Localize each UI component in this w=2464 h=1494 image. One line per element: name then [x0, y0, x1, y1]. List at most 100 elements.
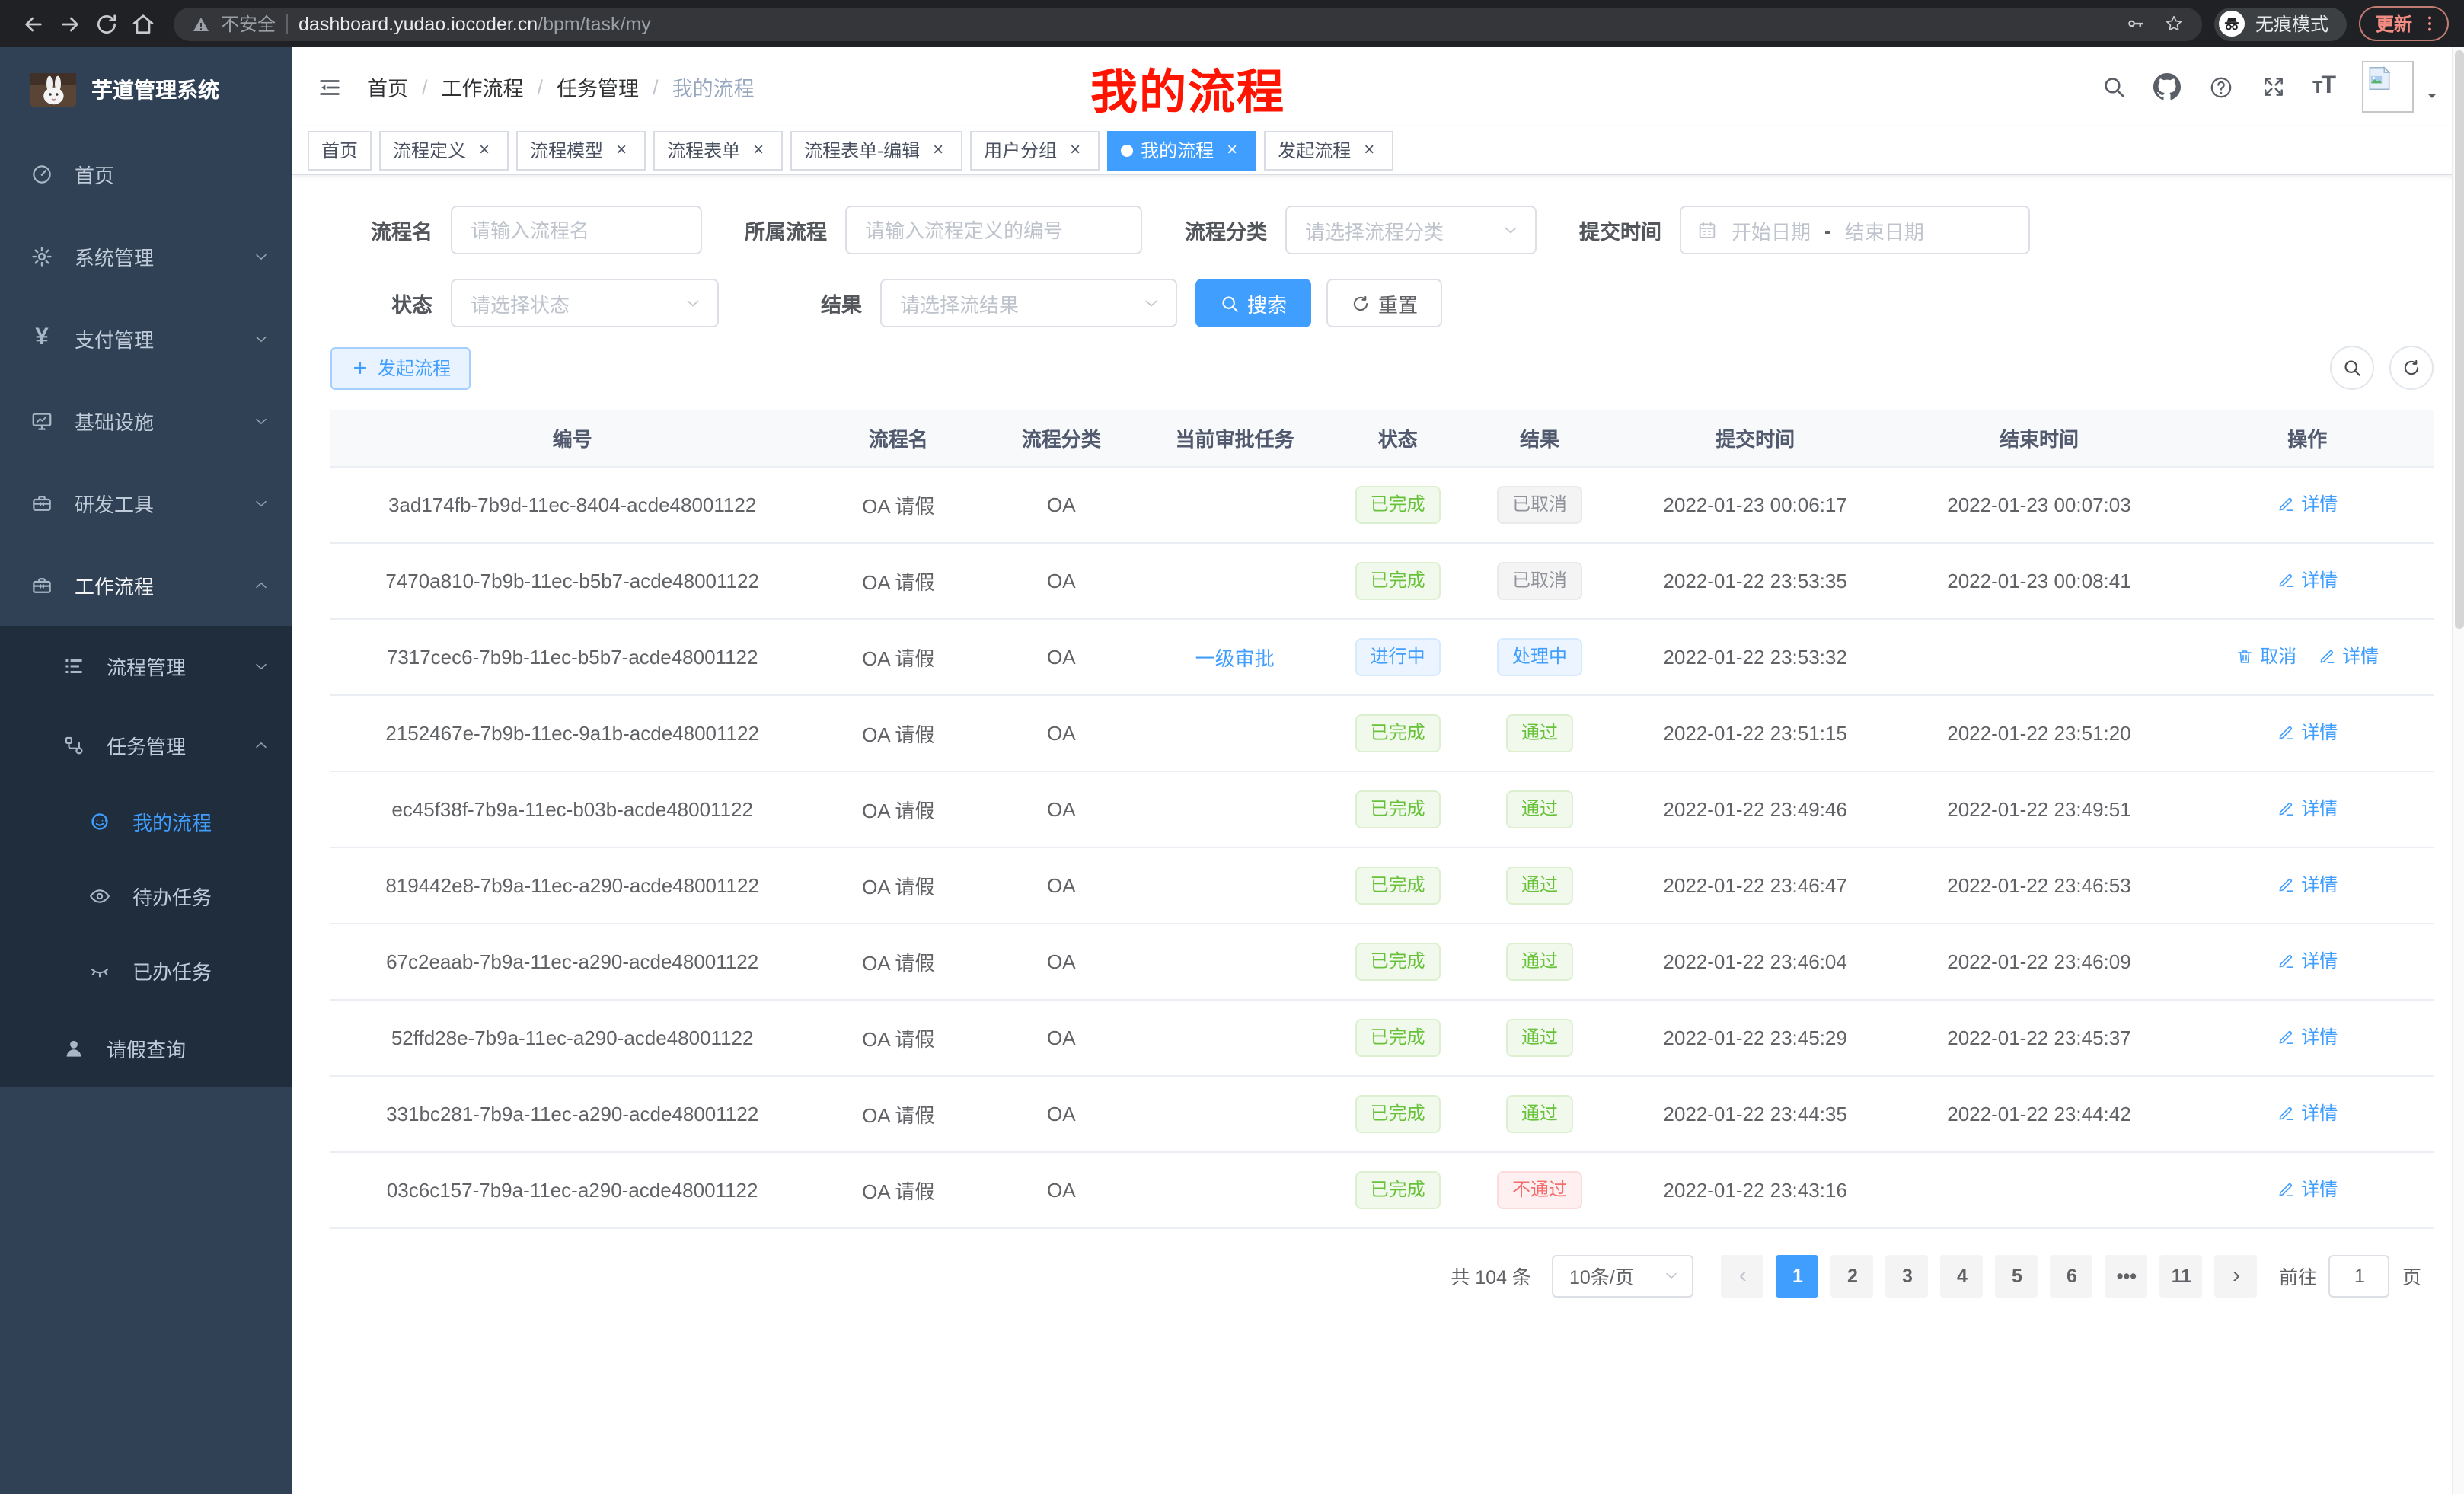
cell-name: OA 请假: [814, 694, 982, 771]
prev-page-button[interactable]: ‹: [1722, 1254, 1764, 1297]
sidebar-item-系统管理[interactable]: 系统管理: [0, 215, 292, 297]
page-scrollbar[interactable]: [2452, 47, 2464, 1494]
process-name-input[interactable]: [451, 206, 702, 254]
detail-action[interactable]: 详情: [2277, 1024, 2338, 1050]
tab-close-icon[interactable]: ×: [474, 139, 495, 161]
github-icon[interactable]: [2153, 73, 2180, 101]
tab-流程定义[interactable]: 流程定义 ×: [379, 130, 509, 170]
cell-result: 已取消: [1466, 542, 1613, 618]
detail-action[interactable]: 详情: [2277, 872, 2338, 898]
reset-button[interactable]: 重置: [1326, 279, 1442, 327]
column-header-status: 状态: [1329, 410, 1467, 466]
page-button-5[interactable]: 5: [1996, 1254, 2038, 1297]
status-select[interactable]: 请选择状态: [451, 279, 719, 327]
fullscreen-icon[interactable]: [2261, 75, 2285, 99]
browser-menu-icon[interactable]: [2420, 14, 2440, 34]
help-icon[interactable]: [2207, 74, 2233, 100]
next-page-button[interactable]: ›: [2215, 1254, 2258, 1297]
tab-流程模型[interactable]: 流程模型×: [516, 130, 646, 170]
tab-发起流程[interactable]: 发起流程×: [1264, 130, 1393, 170]
refresh-table-button[interactable]: [2389, 346, 2434, 390]
tab-close-icon[interactable]: ×: [1221, 139, 1243, 161]
sidebar-item-label: 首页: [75, 159, 114, 188]
page-button-2[interactable]: 2: [1831, 1254, 1874, 1297]
breadcrumb-item[interactable]: 首页: [367, 72, 408, 102]
sidebar-item-工作流程[interactable]: 工作流程: [0, 544, 292, 626]
home-icon[interactable]: [125, 5, 161, 42]
goto-page-input[interactable]: [2329, 1254, 2390, 1297]
detail-action[interactable]: 详情: [2277, 1176, 2338, 1202]
detail-action[interactable]: 详情: [2277, 1100, 2338, 1126]
status-badge: 进行中: [1355, 637, 1441, 675]
tab-首页[interactable]: 首页: [308, 130, 372, 170]
tab-我的流程[interactable]: 我的流程×: [1107, 130, 1256, 170]
sidebar-item-支付管理[interactable]: ¥支付管理: [0, 297, 292, 379]
page-button-6[interactable]: 6: [2051, 1254, 2093, 1297]
detail-action[interactable]: 详情: [2277, 948, 2338, 974]
caret-down-icon[interactable]: [2424, 88, 2440, 104]
pagination-ellipsis[interactable]: •••: [2105, 1254, 2148, 1297]
cell-current_task[interactable]: 一级审批: [1140, 618, 1329, 694]
submit-time-range-picker[interactable]: 开始日期 - 结束日期: [1680, 206, 2030, 254]
bookmark-star-icon[interactable]: [2164, 14, 2184, 34]
toggle-search-button[interactable]: [2330, 346, 2374, 390]
not-secure-icon[interactable]: [192, 14, 210, 33]
tab-label: 流程定义: [393, 137, 466, 163]
breadcrumb-item[interactable]: 工作流程: [442, 72, 524, 102]
tab-流程表单-编辑[interactable]: 流程表单-编辑×: [790, 130, 962, 170]
sidebar-item-我的流程[interactable]: 我的流程: [0, 784, 292, 859]
tab-流程表单[interactable]: 流程表单×: [653, 130, 783, 170]
cell-end_time: 2022-01-22 23:44:42: [1897, 1075, 2182, 1151]
search-icon[interactable]: [2101, 75, 2125, 99]
start-process-button[interactable]: 发起流程: [330, 346, 471, 389]
reload-icon[interactable]: [88, 5, 125, 42]
address-bar[interactable]: 不安全 dashboard.yudao.iocoder.cn/bpm/task/…: [174, 7, 2202, 40]
tab-close-icon[interactable]: ×: [611, 139, 632, 161]
detail-action[interactable]: 详情: [2277, 796, 2338, 822]
sidebar-item-流程管理[interactable]: 流程管理: [0, 626, 292, 705]
breadcrumb-item[interactable]: 任务管理: [557, 72, 639, 102]
font-size-icon[interactable]: TT: [2312, 75, 2335, 99]
cell-name: OA 请假: [814, 999, 982, 1075]
back-icon[interactable]: [15, 5, 52, 42]
sidebar-item-请假查询[interactable]: 请假查询: [0, 1008, 292, 1087]
detail-action[interactable]: 详情: [2277, 567, 2338, 593]
page-size-select[interactable]: 10条/页: [1553, 1254, 1694, 1297]
page-button-3[interactable]: 3: [1886, 1254, 1929, 1297]
tab-close-icon[interactable]: ×: [927, 139, 949, 161]
user-menu[interactable]: [2362, 61, 2440, 113]
sidebar-item-研发工具[interactable]: 研发工具: [0, 461, 292, 544]
tab-close-icon[interactable]: ×: [748, 139, 769, 161]
tab-用户分组[interactable]: 用户分组×: [970, 130, 1100, 170]
detail-action[interactable]: 详情: [2277, 720, 2338, 745]
tab-close-icon[interactable]: ×: [1064, 139, 1086, 161]
scrollbar-thumb[interactable]: [2455, 50, 2464, 629]
tab-close-icon[interactable]: ×: [1358, 139, 1380, 161]
sidebar-toggle-icon[interactable]: [317, 74, 343, 100]
sidebar-item-已办任务[interactable]: 已办任务: [0, 934, 292, 1008]
search-button[interactable]: 搜索: [1195, 279, 1311, 327]
cancel-action[interactable]: 取消: [2236, 643, 2296, 669]
result-badge: 通过: [1506, 1018, 1573, 1056]
cell-actions: 详情: [2181, 542, 2434, 618]
gear-icon: [29, 244, 55, 267]
result-select[interactable]: 请选择流结果: [880, 279, 1177, 327]
goto-label: 前往: [2279, 1261, 2317, 1290]
sidebar-item-首页[interactable]: 首页: [0, 132, 292, 215]
avatar[interactable]: [2362, 61, 2414, 113]
process-definition-input[interactable]: [845, 206, 1142, 254]
browser-update-button[interactable]: 更新: [2359, 6, 2449, 41]
forward-icon[interactable]: [52, 5, 88, 42]
page-button-1[interactable]: 1: [1776, 1254, 1819, 1297]
sidebar-item-待办任务[interactable]: 待办任务: [0, 859, 292, 934]
sidebar-item-任务管理[interactable]: 任务管理: [0, 705, 292, 784]
page-size-value: 10条/页: [1569, 1261, 1664, 1290]
page-button-4[interactable]: 4: [1941, 1254, 1984, 1297]
detail-action[interactable]: 详情: [2277, 491, 2338, 517]
password-key-icon[interactable]: [2126, 14, 2146, 34]
process-table: 编号流程名流程分类当前审批任务状态结果提交时间结束时间操作 3ad174fb-7…: [330, 410, 2434, 1228]
detail-action[interactable]: 详情: [2318, 643, 2379, 669]
page-button-11[interactable]: 11: [2160, 1254, 2203, 1297]
sidebar-item-基础设施[interactable]: 基础设施: [0, 379, 292, 461]
category-select[interactable]: 请选择流程分类: [1285, 206, 1537, 254]
